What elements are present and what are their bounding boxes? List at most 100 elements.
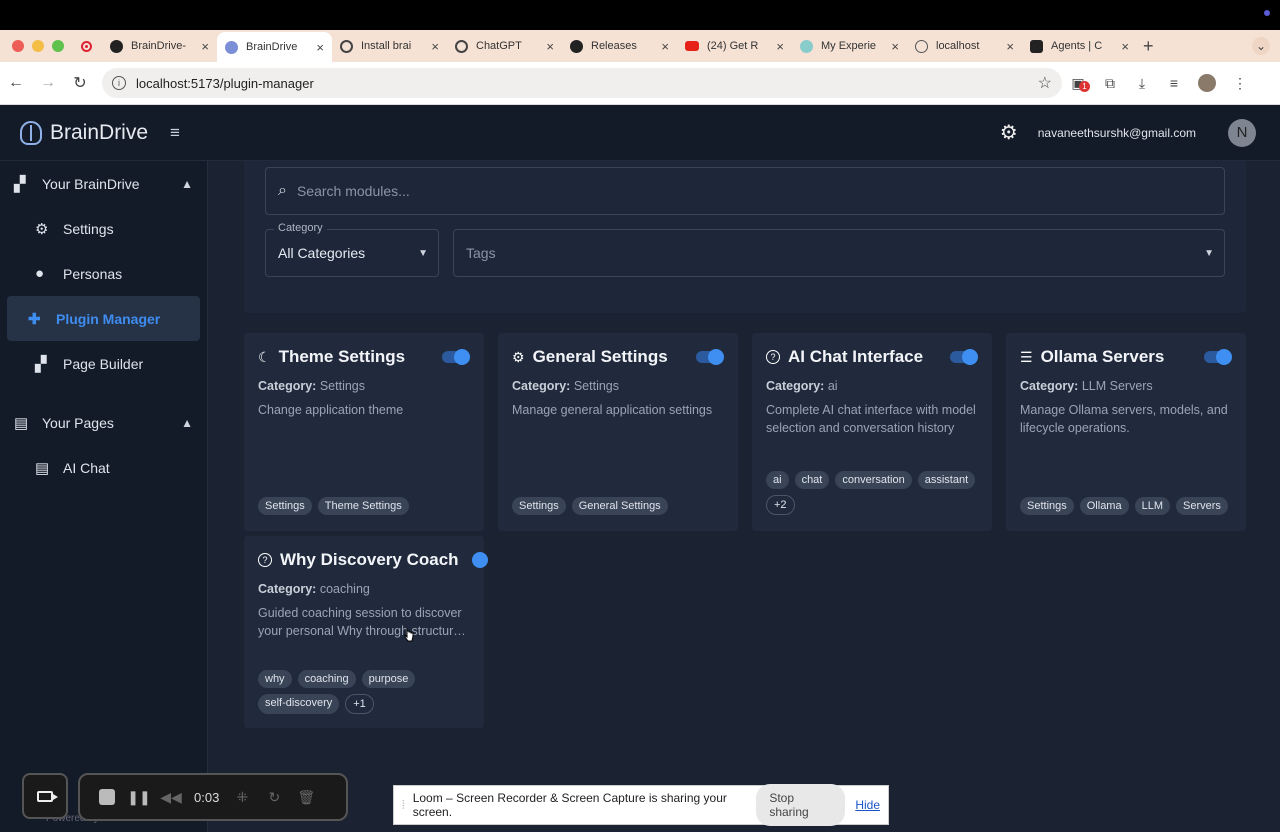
sidebar-item-plugin-manager[interactable]: ✚ Plugin Manager xyxy=(7,296,200,341)
plugin-enabled-toggle[interactable] xyxy=(442,349,470,365)
drag-handle-icon[interactable]: ⦙ xyxy=(402,798,405,813)
sidebar-item-personas[interactable]: ● Personas xyxy=(7,251,200,296)
plugin-manager-main: ⌕ Search modules... Category All Categor… xyxy=(208,161,1280,832)
tag-chip[interactable]: Settings xyxy=(258,497,312,515)
browser-tab[interactable]: localhost × xyxy=(907,30,1022,62)
browser-tab[interactable]: Agents | C × xyxy=(1022,30,1137,62)
tag-chip[interactable]: why xyxy=(258,670,292,688)
maximize-window-button[interactable] xyxy=(52,40,64,52)
tag-chip[interactable]: assistant xyxy=(917,471,976,489)
profile-avatar[interactable] xyxy=(1198,74,1216,92)
loom-camera-button[interactable] xyxy=(22,773,68,819)
sidebar-section-your-pages[interactable]: ▤ Your Pages ▲ xyxy=(0,400,207,445)
stop-recording-button[interactable] xyxy=(98,788,116,806)
tag-chip[interactable]: self-discovery xyxy=(258,694,340,714)
extensions-puzzle-icon[interactable]: ⧉ xyxy=(1094,75,1126,92)
media-control-icon[interactable]: ≡ xyxy=(1158,75,1190,91)
browser-tab[interactable]: BrainDrive × xyxy=(217,32,332,62)
close-window-button[interactable] xyxy=(12,40,24,52)
brand-logo[interactable]: BrainDrive xyxy=(20,120,148,145)
plugin-card[interactable]: ? Why Discovery Coach Category: coaching Gu… xyxy=(244,536,488,728)
tag-chip[interactable]: Servers xyxy=(1176,497,1228,515)
back-button[interactable]: ← xyxy=(0,74,32,92)
tag-chip[interactable]: LLM xyxy=(1134,497,1170,515)
plugin-card[interactable]: ? AI Chat Interface Category: ai Complete A… xyxy=(752,333,992,531)
plugin-enabled-toggle[interactable] xyxy=(1204,349,1232,365)
site-info-icon[interactable]: i xyxy=(112,76,126,90)
restart-icon[interactable]: ↻ xyxy=(265,788,283,806)
tag-chip[interactable]: Settings xyxy=(1020,497,1074,515)
bookmark-star-icon[interactable]: ☆ xyxy=(1038,73,1052,93)
browser-tab[interactable]: My Experie × xyxy=(792,30,907,62)
plugin-enabled-toggle[interactable] xyxy=(472,552,488,568)
close-tab-icon[interactable]: × xyxy=(201,39,209,54)
category-select[interactable]: Category All Categories ▼ xyxy=(265,222,439,277)
tags-select[interactable]: Tags ▼ xyxy=(453,229,1225,277)
tag-chip[interactable]: Settings xyxy=(512,497,566,515)
tag-chip[interactable]: Ollama xyxy=(1079,497,1129,515)
sidebar-item-label: Plugin Manager xyxy=(56,310,161,327)
search-input[interactable]: ⌕ Search modules... xyxy=(265,167,1225,215)
sidebar-item-settings[interactable]: ⚙ Settings xyxy=(7,206,200,251)
gear-icon: ⚙ xyxy=(512,348,525,365)
tag-chip[interactable]: conversation xyxy=(835,471,912,489)
share-message: Loom – Screen Recorder & Screen Capture … xyxy=(412,791,727,819)
tag-chip[interactable]: Theme Settings xyxy=(317,497,409,515)
sidebar-item-ai-chat[interactable]: ▤ AI Chat xyxy=(7,445,200,490)
tree-icon: ▞ xyxy=(14,175,26,193)
plugin-name: Theme Settings xyxy=(278,347,406,366)
close-tab-icon[interactable]: × xyxy=(1121,39,1129,54)
close-tab-icon[interactable]: × xyxy=(776,39,784,54)
avatar[interactable]: N xyxy=(1228,118,1256,147)
plugin-name: Why Discovery Coach xyxy=(280,550,459,569)
theme-gear-icon[interactable]: ⚙ xyxy=(1000,120,1018,145)
browser-tab[interactable]: Releases × xyxy=(562,30,677,62)
plugin-card[interactable]: ☾ Theme Settings Category: Settings Change … xyxy=(244,333,484,531)
close-tab-icon[interactable]: × xyxy=(661,39,669,54)
address-bar[interactable]: i localhost:5173/plugin-manager ☆ xyxy=(102,68,1062,98)
sidebar-item-page-builder[interactable]: ▞ Page Builder xyxy=(7,341,200,386)
reload-button[interactable]: ↻ xyxy=(64,73,96,93)
close-tab-icon[interactable]: × xyxy=(891,39,899,54)
stop-sharing-button[interactable]: Stop sharing xyxy=(756,784,846,826)
more-tags-chip[interactable]: +2 xyxy=(766,495,795,515)
minimize-window-button[interactable] xyxy=(32,40,44,52)
loom-recording-controls: ❚❚ ◀◀ 0:03 ⁜ ↻ 🗑 xyxy=(78,773,348,821)
trash-icon[interactable]: 🗑 xyxy=(297,788,315,806)
plugin-card[interactable]: ☰ Ollama Servers Category: LLM Servers Mana… xyxy=(1006,333,1246,531)
extension-icon[interactable]: ▣ xyxy=(1062,75,1094,92)
plugin-card[interactable]: ⚙ General Settings Category: Settings Manag… xyxy=(498,333,738,531)
tag-chip[interactable]: General Settings xyxy=(571,497,668,515)
close-tab-icon[interactable]: × xyxy=(316,40,324,55)
download-icon[interactable]: ⤓ xyxy=(1126,75,1158,92)
browser-tab[interactable]: (24) Get R × xyxy=(677,30,792,62)
tag-list: why coaching purpose self-discovery +1 xyxy=(258,670,470,714)
pause-icon[interactable]: ❚❚ xyxy=(127,788,150,806)
plugin-enabled-toggle[interactable] xyxy=(950,349,978,365)
close-tab-icon[interactable]: × xyxy=(546,39,554,54)
grid-icon[interactable]: ⁜ xyxy=(233,788,251,806)
dropdown-arrow-icon: ▼ xyxy=(418,247,428,259)
browser-menu-icon[interactable]: ⋮ xyxy=(1224,75,1256,92)
browser-tab[interactable]: ChatGPT × xyxy=(447,30,562,62)
more-tags-chip[interactable]: +1 xyxy=(345,694,374,714)
braindrive-app: BrainDrive ≡ ⚙ navaneethsurshk@gmail.com… xyxy=(0,105,1280,832)
new-tab-button[interactable]: + xyxy=(1143,36,1154,57)
tab-search-icon[interactable]: ⌄ xyxy=(1252,37,1270,55)
tag-chip[interactable]: purpose xyxy=(361,670,416,688)
forward-button[interactable]: → xyxy=(32,74,64,92)
tag-chip[interactable]: coaching xyxy=(297,670,356,688)
browser-tab-strip: BrainDrive- × BrainDrive × Install brai × Chat… xyxy=(0,30,1280,62)
plugin-enabled-toggle[interactable] xyxy=(696,349,724,365)
hide-link[interactable]: Hide xyxy=(855,798,880,812)
close-tab-icon[interactable]: × xyxy=(1006,39,1014,54)
collapse-menu-icon[interactable]: ≡ xyxy=(170,123,180,143)
browser-tab[interactable]: BrainDrive- × xyxy=(102,30,217,62)
tag-chip[interactable]: chat xyxy=(794,471,830,489)
close-tab-icon[interactable]: × xyxy=(431,39,439,54)
tag-chip[interactable]: ai xyxy=(766,471,789,489)
sidebar-section-your-braindrive[interactable]: ▞ Your BrainDrive ▲ xyxy=(0,161,207,206)
rewind-icon[interactable]: ◀◀ xyxy=(160,788,182,806)
gpt-icon xyxy=(340,39,353,53)
browser-tab[interactable]: Install brai × xyxy=(332,30,447,62)
